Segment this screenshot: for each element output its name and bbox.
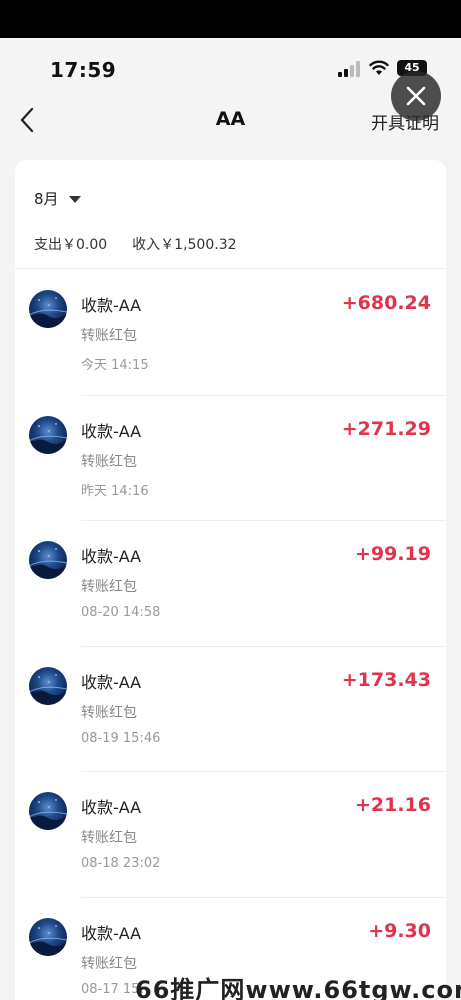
- caret-down-icon: [68, 196, 81, 203]
- status-time: 17:59: [50, 58, 117, 82]
- transaction-title: 收款-AA: [81, 421, 142, 441]
- avatar: [29, 290, 67, 328]
- transaction-row[interactable]: 收款-AA 转账红包 08-20 14:58 +99.19: [15, 521, 446, 647]
- transaction-row[interactable]: 收款-AA 转账红包 今天 14:15 +680.24: [15, 270, 446, 396]
- transaction-title: 收款-AA: [81, 798, 142, 817]
- transaction-type: 转账红包: [81, 453, 137, 470]
- month-selector[interactable]: 8月: [34, 188, 81, 209]
- transaction-type: 转账红包: [81, 830, 137, 846]
- transaction-title: 收款-AA: [81, 923, 142, 943]
- transaction-time: 今天 14:15: [81, 358, 149, 373]
- transaction-time: 08-20 14:58: [81, 605, 161, 620]
- transaction-amount: +9.30: [368, 919, 431, 942]
- month-summary: 支出￥0.00 收入￥1,500.32: [34, 234, 262, 254]
- transaction-title: 收款-AA: [81, 296, 142, 315]
- transaction-list: 收款-AA 转账红包 今天 14:15 +680.24 收款-AA 转账红包 昨…: [15, 270, 446, 1000]
- transaction-type: 转账红包: [81, 704, 137, 721]
- signal-icon: [338, 61, 362, 77]
- transaction-amount: +680.24: [341, 292, 431, 314]
- income-total: 收入￥1,500.32: [132, 237, 237, 253]
- top-black-bar: [0, 0, 461, 38]
- transaction-type: 转账红包: [81, 579, 137, 595]
- transaction-row[interactable]: 收款-AA 转账红包 昨天 14:16 +271.29: [15, 396, 446, 521]
- transaction-amount: +173.43: [341, 668, 431, 691]
- wifi-icon: [369, 60, 389, 75]
- avatar: [29, 541, 67, 579]
- transaction-time: 08-19 15:46: [81, 730, 161, 746]
- divider: [15, 268, 446, 269]
- avatar: [29, 917, 67, 956]
- transaction-row[interactable]: 收款-AA 转账红包 08-19 15:46 +173.43: [15, 647, 446, 772]
- transaction-row[interactable]: 收款-AA 转账红包 08-18 23:02 +21.16: [15, 772, 446, 898]
- avatar: [29, 666, 67, 705]
- close-icon: [406, 86, 426, 106]
- transaction-type: 转账红包: [81, 328, 137, 344]
- avatar: [29, 415, 67, 454]
- bill-card: 8月 支出￥0.00 收入￥1,500.32 收款-AA 转账红包 今天 14:…: [15, 160, 446, 1000]
- transaction-time: 08-18 23:02: [81, 856, 161, 871]
- watermark: 66推广网www.66tgw.com: [135, 976, 461, 1000]
- transaction-time: 昨天 14:16: [81, 483, 149, 499]
- avatar: [29, 792, 67, 830]
- transaction-title: 收款-AA: [81, 672, 142, 692]
- month-label: 8月: [34, 190, 59, 208]
- expense-total: 支出￥0.00: [34, 237, 108, 253]
- transaction-amount: +21.16: [354, 794, 431, 816]
- transaction-type: 转账红包: [81, 955, 137, 972]
- transaction-title: 收款-AA: [81, 547, 142, 566]
- transaction-amount: +271.29: [341, 417, 431, 440]
- close-button[interactable]: [391, 71, 441, 121]
- transaction-amount: +99.19: [354, 543, 431, 565]
